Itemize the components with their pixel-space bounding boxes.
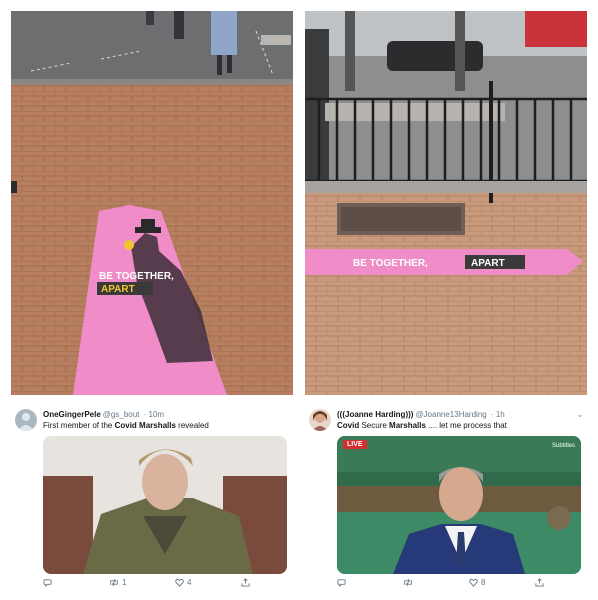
retweet-count: 1 bbox=[122, 578, 127, 588]
reply-icon bbox=[43, 579, 52, 588]
tweet-right[interactable]: (((Joanne Harding))) @Joanne13Harding · 1… bbox=[305, 403, 590, 593]
tweet-header: OneGingerPele @gs_bout · 10m bbox=[43, 410, 164, 419]
live-badge: LIVE bbox=[343, 440, 367, 449]
subtitles-label: Subtitles bbox=[551, 443, 575, 449]
pavement-photo-left: BE TOGETHER, APART bbox=[11, 11, 293, 395]
avatar[interactable] bbox=[309, 409, 331, 431]
tweet-time[interactable]: · 1h bbox=[491, 410, 505, 419]
reply-icon bbox=[337, 579, 346, 588]
photo-left-pavement-sign: BE TOGETHER, APART bbox=[11, 11, 293, 395]
retweet-icon bbox=[110, 579, 118, 587]
tweet-left[interactable]: OneGingerPele @gs_bout · 10m First member… bbox=[11, 403, 296, 593]
photo-right-pavement-sign: BE TOGETHER, APART bbox=[305, 11, 587, 395]
tweet-text-bold: Covid bbox=[337, 421, 360, 430]
like-count: 4 bbox=[187, 578, 192, 588]
retweet-icon bbox=[404, 579, 412, 587]
tweet-actions: 8 bbox=[337, 578, 581, 590]
like-button[interactable]: 8 bbox=[469, 578, 485, 587]
heart-icon bbox=[469, 579, 478, 588]
tweet-text-bold: Marshalls bbox=[389, 421, 426, 430]
share-icon bbox=[241, 578, 250, 587]
tweet-text-part: revealed bbox=[175, 421, 209, 430]
man-portrait-image bbox=[43, 436, 287, 574]
user-handle[interactable]: @gs_bout bbox=[103, 410, 140, 419]
tweet-text-bold: Covid Marshalls bbox=[114, 421, 176, 430]
sign-text-line1: BE TOGETHER, bbox=[99, 271, 174, 282]
share-button[interactable] bbox=[241, 578, 250, 587]
default-avatar-icon bbox=[15, 409, 37, 431]
tweet-header: (((Joanne Harding))) @Joanne13Harding · 1… bbox=[337, 410, 505, 419]
share-icon bbox=[535, 578, 544, 587]
parliament-video-still bbox=[337, 436, 581, 574]
tweet-text-part: .... let me process that bbox=[425, 421, 507, 430]
user-name[interactable]: (((Joanne Harding))) bbox=[337, 410, 413, 419]
share-button[interactable] bbox=[535, 578, 544, 587]
user-name[interactable]: OneGingerPele bbox=[43, 410, 101, 419]
tweet-actions: 1 4 bbox=[43, 578, 287, 590]
tweet-media-photo[interactable] bbox=[43, 436, 287, 574]
retweet-button[interactable]: 1 bbox=[109, 578, 126, 587]
pink-floor-strip bbox=[305, 249, 583, 275]
sign-text-line2: APART bbox=[101, 284, 135, 295]
strip-text: BE TOGETHER, bbox=[353, 258, 428, 269]
like-count: 8 bbox=[481, 578, 486, 588]
chevron-down-icon[interactable]: ⌄ bbox=[576, 409, 584, 420]
reply-button[interactable] bbox=[43, 578, 52, 588]
heart-icon bbox=[175, 579, 184, 588]
strip-text-highlight: APART bbox=[471, 258, 505, 269]
tweet-text: First member of the Covid Marshalls reve… bbox=[43, 421, 209, 430]
tweet-media-video[interactable]: LIVE Subtitles bbox=[337, 436, 581, 574]
avatar[interactable] bbox=[15, 409, 37, 431]
user-photo-avatar bbox=[309, 409, 331, 431]
tweet-time[interactable]: · 10m bbox=[144, 410, 164, 419]
user-handle[interactable]: @Joanne13Harding bbox=[415, 410, 486, 419]
reply-button[interactable] bbox=[337, 578, 346, 588]
retweet-button[interactable] bbox=[403, 578, 416, 587]
pavement-photo-right: BE TOGETHER, APART bbox=[305, 11, 587, 395]
like-button[interactable]: 4 bbox=[175, 578, 191, 587]
tweet-text-part: Secure bbox=[359, 421, 390, 430]
tweet-text: Covid Secure Marshalls .... let me proce… bbox=[337, 421, 507, 430]
tweet-text-part: First member of the bbox=[43, 421, 115, 430]
